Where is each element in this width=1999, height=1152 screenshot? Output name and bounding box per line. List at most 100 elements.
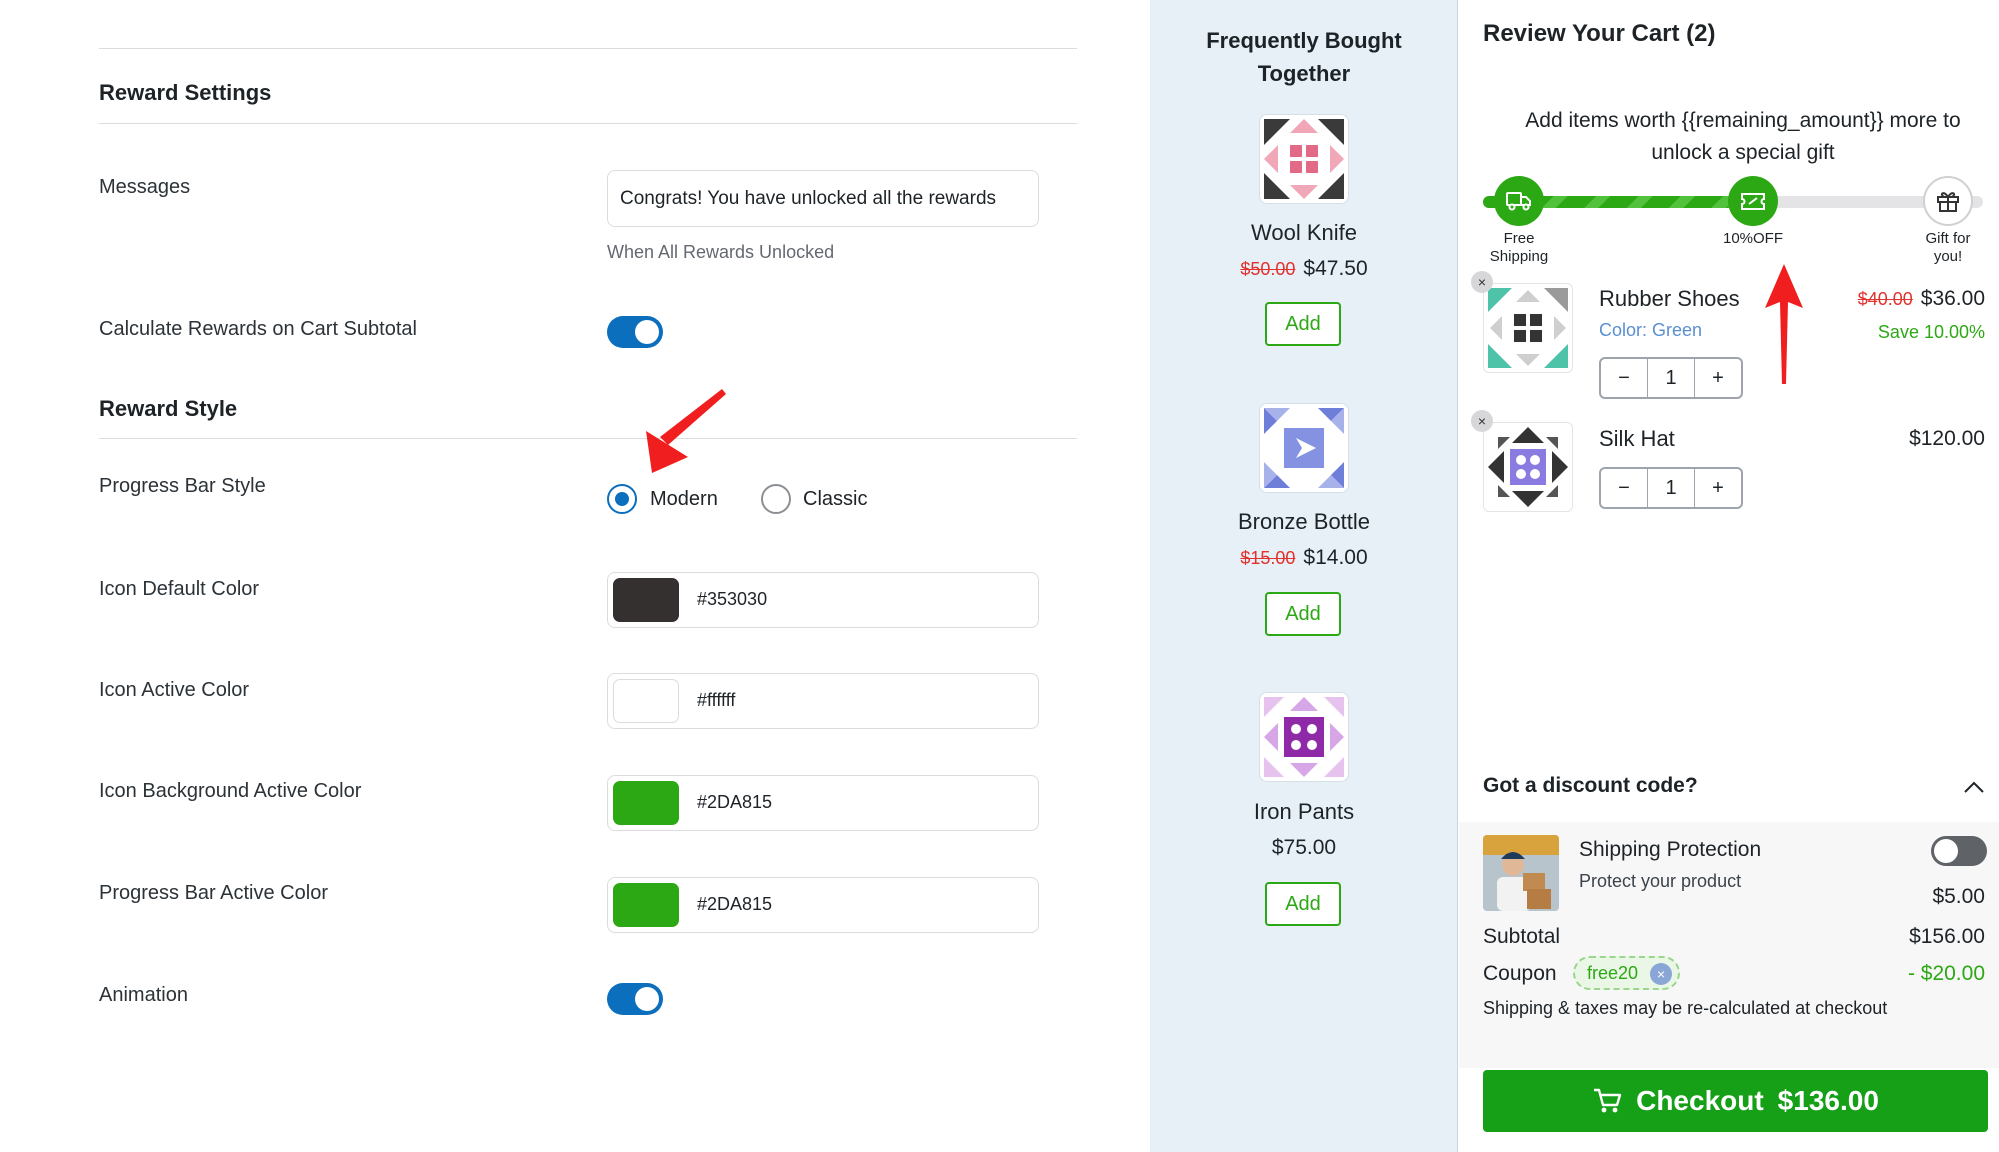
radio-modern-label[interactable]: Modern [650, 488, 718, 511]
cart-item-name[interactable]: Silk Hat [1599, 426, 1675, 452]
messages-input[interactable] [607, 170, 1039, 227]
qty-increase-button[interactable]: + [1695, 359, 1741, 397]
checkout-label[interactable]: Checkout [1636, 1085, 1764, 1117]
gift-icon [1937, 192, 1959, 212]
reward-style-title: Reward Style [99, 396, 238, 421]
icon-active-label: Icon Active Color [99, 679, 250, 701]
calc-subtotal-label: Calculate Rewards on Cart Subtotal [99, 318, 417, 340]
divider [99, 438, 1077, 439]
bar-active-color-field[interactable]: #2DA815 [607, 877, 1039, 933]
quilt-violet-icon [1488, 427, 1568, 507]
coupon-value: - $20.00 [1907, 962, 1985, 985]
fbt-title: Frequently Bought Together [1150, 24, 1458, 90]
qty-value[interactable]: 1 [1647, 469, 1695, 507]
cart-drawer: Review Your Cart (2) Add items worth {{r… [1459, 0, 1999, 1152]
cart-item-variant: Color: Green [1599, 320, 1703, 340]
reward-settings-title: Reward Settings [99, 80, 272, 105]
subtotal-label: Subtotal [1483, 925, 1561, 948]
cart-item-thumbnail[interactable] [1483, 283, 1573, 373]
truck-icon [1506, 192, 1531, 211]
radio-classic[interactable] [761, 484, 791, 514]
messages-label: Messages [99, 176, 191, 198]
messages-hint: When All Rewards Unlocked [607, 242, 835, 262]
animation-toggle[interactable] [607, 983, 663, 1015]
milestone-gift [1923, 176, 1973, 226]
checkout-total[interactable]: $136.00 [1778, 1085, 1879, 1117]
product-thumbnail[interactable] [1259, 403, 1349, 493]
fbt-title-line1: Frequently Bought [1206, 28, 1402, 53]
milestone-label: 10%OFF [1713, 230, 1793, 248]
checkout-button[interactable]: Checkout $136.00 [1483, 1070, 1988, 1132]
product-thumbnail[interactable] [1259, 114, 1349, 204]
color-value[interactable]: #353030 [697, 589, 767, 610]
milestone-label-line1: Gift for [1925, 230, 1971, 247]
qty-increase-button[interactable]: + [1695, 469, 1741, 507]
cart-title: Review Your Cart (2) [1483, 20, 1716, 47]
milestone-free-shipping [1494, 176, 1544, 226]
bar-active-label: Progress Bar Active Color [99, 882, 328, 904]
milestone-10-off [1728, 176, 1778, 226]
qty-decrease-button[interactable]: − [1601, 359, 1647, 397]
icon-bg-active-label: Icon Background Active Color [99, 780, 362, 802]
radio-modern[interactable] [607, 484, 637, 514]
unlock-message: Add items worth {{remaining_amount}} mor… [1483, 105, 1999, 169]
icon-default-label: Icon Default Color [99, 578, 260, 600]
product-name[interactable]: Iron Pants [1150, 799, 1458, 825]
product-old-price: $50.00 [1240, 259, 1296, 279]
cart-item-name[interactable]: Rubber Shoes [1599, 286, 1740, 312]
icon-active-color-field[interactable]: #ffffff [607, 673, 1039, 729]
quilt-pink-icon [1264, 119, 1344, 199]
shipping-protection-toggle[interactable] [1931, 836, 1987, 866]
color-value[interactable]: #2DA815 [697, 894, 772, 915]
product-price: $15.00 $14.00 [1150, 546, 1458, 570]
milestone-label-line1: 10%OFF [1722, 230, 1783, 247]
shipping-protection-price: $5.00 [1932, 885, 1985, 908]
chevron-up-icon[interactable] [1963, 780, 1985, 794]
color-value[interactable]: #ffffff [697, 690, 735, 711]
add-button[interactable]: Add [1265, 302, 1341, 346]
calc-subtotal-toggle[interactable] [607, 316, 663, 348]
shipping-protection-image [1483, 835, 1559, 911]
add-button[interactable]: Add [1265, 592, 1341, 636]
shipping-note: Shipping & taxes may be re-calculated at… [1483, 998, 1888, 1018]
progress-style-label: Progress Bar Style [99, 475, 266, 497]
milestone-label: Free Shipping [1479, 230, 1559, 266]
quantity-stepper[interactable]: − 1 + [1599, 467, 1743, 509]
product-price: $75.00 [1150, 836, 1458, 860]
color-swatch[interactable] [613, 679, 679, 723]
cart-item-savings: Save 10.00% [1877, 322, 1985, 342]
radio-classic-label[interactable]: Classic [803, 488, 867, 511]
remove-item-icon[interactable]: × [1471, 410, 1493, 432]
remove-item-icon[interactable]: × [1471, 271, 1493, 293]
discount-code-toggle[interactable]: Got a discount code? [1483, 774, 1698, 798]
cart-item-thumbnail[interactable] [1483, 422, 1573, 512]
product-name[interactable]: Wool Knife [1150, 220, 1458, 246]
ticket-icon [1741, 193, 1765, 210]
color-swatch[interactable] [613, 578, 679, 622]
product-name[interactable]: Bronze Bottle [1150, 509, 1458, 535]
fbt-title-line2: Together [1257, 61, 1351, 86]
add-button[interactable]: Add [1265, 882, 1341, 926]
product-current-price: $75.00 [1271, 836, 1337, 859]
qty-value[interactable]: 1 [1647, 359, 1695, 397]
cart-icon [1594, 1088, 1622, 1113]
frequently-bought-panel: Frequently Bought Together Wool Knife $5… [1150, 0, 1458, 1152]
quilt-blue-icon [1264, 408, 1344, 488]
unlock-message-line1: Add items worth {{remaining_amount}} mor… [1525, 109, 1961, 132]
shipping-protection-title: Shipping Protection [1579, 838, 1762, 861]
color-value[interactable]: #2DA815 [697, 792, 772, 813]
animation-label: Animation [99, 984, 188, 1006]
quantity-stepper[interactable]: − 1 + [1599, 357, 1743, 399]
milestone-label: Gift for you! [1908, 230, 1988, 266]
coupon-code: free20 [1587, 963, 1639, 983]
shipping-protection-subtitle: Protect your product [1579, 871, 1742, 891]
product-thumbnail[interactable] [1259, 692, 1349, 782]
color-swatch[interactable] [613, 781, 679, 825]
annotation-arrow [1765, 264, 1803, 384]
icon-bg-active-color-field[interactable]: #2DA815 [607, 775, 1039, 831]
remove-coupon-icon[interactable]: × [1650, 963, 1673, 985]
color-swatch[interactable] [613, 883, 679, 927]
icon-default-color-field[interactable]: #353030 [607, 572, 1039, 628]
qty-decrease-button[interactable]: − [1601, 469, 1647, 507]
milestone-label-line2: Shipping [1489, 248, 1549, 265]
